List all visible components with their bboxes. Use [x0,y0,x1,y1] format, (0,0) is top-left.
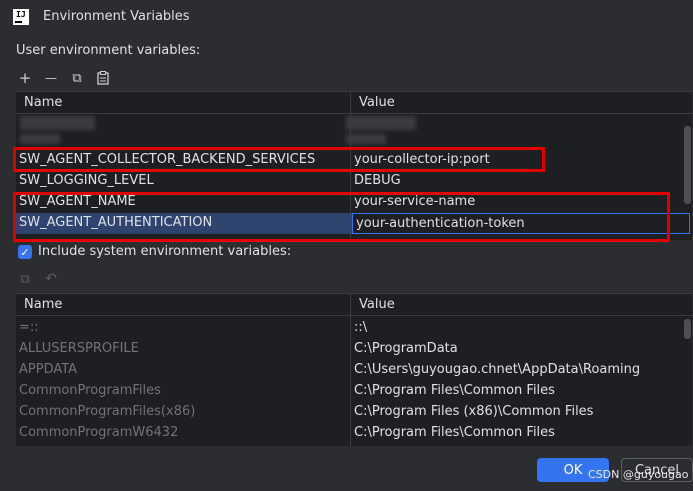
system-env-table-header: Name Value [16,294,692,316]
user-env-label: User environment variables: [16,43,201,58]
table-row[interactable]: CommonProgramW6432 C:\Program Files\Comm… [16,423,686,444]
clipboard-icon [97,71,109,85]
include-system-checkbox[interactable]: ✓ [18,245,32,259]
table-row[interactable]: APPDATA C:\Users\guyougao.chnet\AppData\… [16,360,686,381]
redacted-name [20,116,95,130]
include-system-label[interactable]: Include system environment variables: [38,244,291,259]
system-env-toolbar: ⧉ ↶ [16,268,60,290]
copy-icon[interactable]: ⧉ [68,69,86,87]
value-column-header[interactable]: Value [359,95,395,110]
variable-value: C:\ProgramData [354,341,458,356]
table-row[interactable]: CommonProgramFiles C:\Program Files\Comm… [16,381,686,402]
variable-value: C:\Program Files\Common Files [354,383,555,398]
scrollbar-thumb[interactable] [684,319,691,339]
watermark: CSDN @guyougao [588,468,689,481]
variable-name: CommonProgramW6432 [19,425,179,440]
redacted-value [346,134,386,144]
title-bar: IJ Environment Variables [0,0,693,34]
table-row[interactable]: SW_LOGGING_LEVEL DEBUG [16,171,686,192]
table-row[interactable]: CommonProgramFiles(x86) C:\Program Files… [16,402,686,423]
variable-value: C:\Program Files (x86)\Common Files [354,404,594,419]
variable-name: =:: [19,320,39,335]
dialog-title: Environment Variables [43,9,190,24]
variable-value: ::\ [354,320,368,335]
system-env-table[interactable]: Name Value =:: ::\ ALLUSERSPROFILE C:\Pr… [16,293,692,446]
name-column-header[interactable]: Name [24,297,62,312]
variable-name: ALLUSERSPROFILE [19,341,139,356]
redacted-value [346,116,416,130]
variable-name: APPDATA [19,362,78,377]
user-env-toolbar: + — ⧉ [16,67,112,89]
variable-name: CommonProgramFiles [19,383,161,398]
scrollbar-thumb[interactable] [684,126,691,204]
remove-icon[interactable]: — [42,69,60,87]
undo-icon[interactable]: ↶ [42,270,60,288]
variable-name: CommonProgramFiles(x86) [19,404,196,419]
table-row[interactable]: ALLUSERSPROFILE C:\ProgramData [16,339,686,360]
variable-value: C:\Program Files\Common Files [354,425,555,440]
user-env-table-header: Name Value [16,92,692,114]
intellij-app-icon: IJ [13,9,29,25]
variable-name: SW_LOGGING_LEVEL [19,173,154,188]
variable-value: DEBUG [354,173,401,188]
highlight-box [13,192,670,242]
value-column-header[interactable]: Value [359,297,395,312]
highlight-box [13,147,545,172]
copy-icon[interactable]: ⧉ [16,270,34,288]
add-icon[interactable]: + [16,69,34,87]
table-row[interactable]: =:: ::\ [16,318,686,339]
redacted-name [20,134,60,144]
paste-icon[interactable] [94,69,112,87]
variable-value: C:\Users\guyougao.chnet\AppData\Roaming [354,362,641,377]
name-column-header[interactable]: Name [24,95,62,110]
